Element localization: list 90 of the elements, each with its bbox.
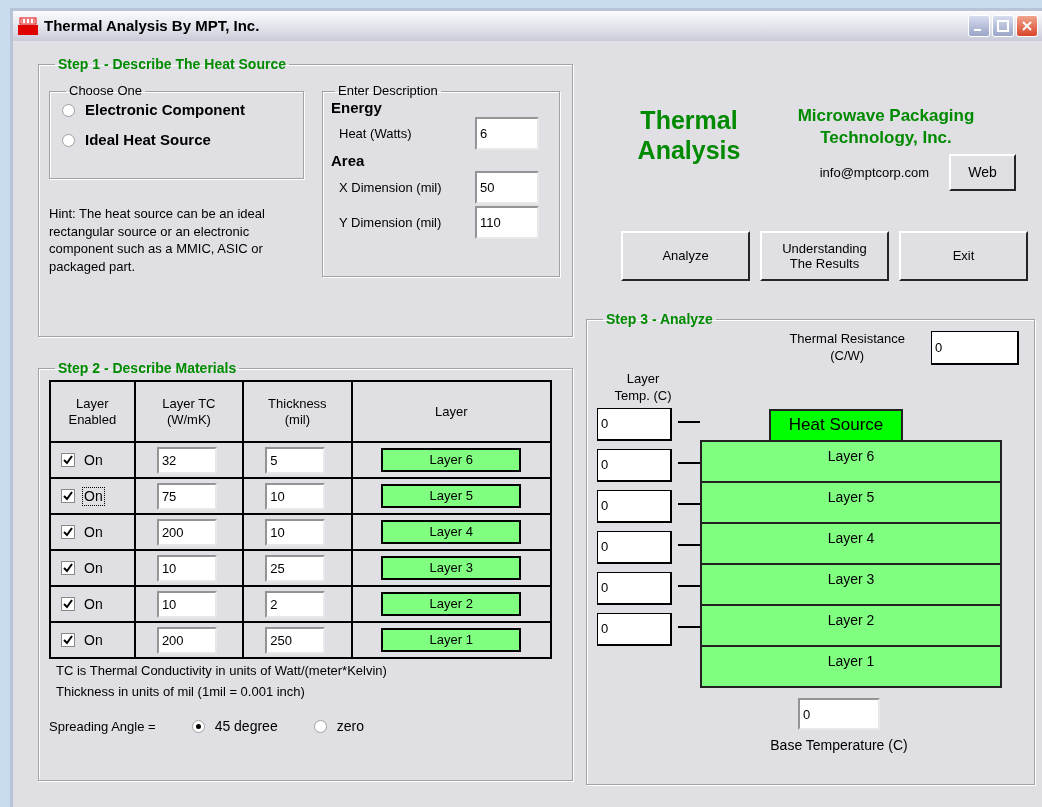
hint-text: Hint: The heat source can be an ideal rectangular source or an electronic component such as a MMIC, ASIC or packaged part. xyxy=(49,205,266,276)
table-field[interactable]: 10 xyxy=(265,482,326,510)
layer-tag: Layer 5 xyxy=(381,484,522,509)
table-field[interactable]: 250 xyxy=(265,626,326,654)
temperature-field[interactable]: 0 xyxy=(597,489,672,523)
checkbox-label[interactable]: On xyxy=(83,523,104,542)
radio-circle[interactable] xyxy=(62,134,75,148)
layer-block: Layer 5 xyxy=(700,482,1002,524)
radio-circle[interactable] xyxy=(62,103,75,117)
table-field[interactable]: 10 xyxy=(156,590,217,618)
layer-block: Layer 6 xyxy=(700,441,1002,483)
table-field[interactable]: 75 xyxy=(156,482,217,510)
close-icon xyxy=(1021,20,1033,32)
checkbox-label[interactable]: On xyxy=(83,487,104,506)
layer-block: Layer 3 xyxy=(700,564,1002,606)
text-field[interactable]: 6 xyxy=(475,117,539,151)
resistance-label: Thermal Resistance (C/W) xyxy=(789,331,905,364)
layer-tag: Layer 1 xyxy=(381,628,522,653)
group-title: Step 3 - Analyze xyxy=(605,312,714,328)
group-title: Step 1 - Describe The Heat Source xyxy=(57,57,287,73)
app-icon xyxy=(18,17,38,35)
layer-block: Layer 4 xyxy=(700,523,1002,565)
radio-option[interactable]: 45 degree xyxy=(191,717,278,736)
temperature-field[interactable]: 0 xyxy=(597,571,672,605)
spreading-label: Spreading Angle = xyxy=(49,718,156,735)
layer-tag: Layer 2 xyxy=(381,592,522,617)
table-field[interactable]: 25 xyxy=(265,554,326,582)
checkbox-label[interactable]: On xyxy=(83,595,104,614)
layer-tag: Layer 4 xyxy=(381,520,522,545)
heat-source-block: Heat Source xyxy=(769,409,903,441)
note-text: Thickness in units of mil (1mil = 0.001 inch) xyxy=(56,683,306,700)
field-label: Y Dimension (mil) xyxy=(339,214,442,231)
checkbox-label[interactable]: On xyxy=(83,559,104,578)
field-label: X Dimension (mil) xyxy=(339,179,442,196)
group-title: Choose One xyxy=(68,84,143,99)
radio-circle[interactable] xyxy=(191,720,205,734)
base-temperature-field[interactable]: 0 xyxy=(798,698,880,731)
email-text: info@mptcorp.com xyxy=(819,164,929,181)
text-field[interactable]: 50 xyxy=(475,171,539,205)
checkbox-label[interactable]: On xyxy=(83,631,104,650)
radio-option[interactable]: zero xyxy=(313,717,364,736)
company-name: Microwave Packaging Technology, Inc. xyxy=(796,105,976,150)
column-header: Layer TC (W/mK) xyxy=(134,381,244,443)
checkbox[interactable] xyxy=(61,633,75,648)
table-field[interactable]: 32 xyxy=(156,446,217,474)
action-button[interactable]: Analyze xyxy=(621,231,750,282)
layer-block: Layer 1 xyxy=(700,646,1002,688)
radio-circle[interactable] xyxy=(313,720,327,734)
radio-option[interactable]: Ideal Heat Source xyxy=(62,131,291,151)
temperature-field[interactable]: 0 xyxy=(597,448,672,482)
table-field[interactable]: 200 xyxy=(156,626,217,654)
temperature-field[interactable]: 0 xyxy=(597,612,672,646)
window-title: Thermal Analysis By MPT, Inc. xyxy=(44,16,261,36)
field-label: Heat (Watts) xyxy=(339,125,412,143)
resistance-field[interactable]: 0 xyxy=(931,331,1019,366)
table-field[interactable]: 200 xyxy=(156,518,217,546)
close-button[interactable] xyxy=(1016,15,1038,37)
group-title: Enter Description xyxy=(337,84,439,99)
table-field[interactable]: 10 xyxy=(156,554,217,582)
checkbox[interactable] xyxy=(61,489,75,504)
section-heading: Energy xyxy=(331,98,383,118)
column-header: Layer Enabled xyxy=(50,381,135,443)
column-header: Thickness (mil) xyxy=(243,381,352,443)
app-heading: Thermal Analysis xyxy=(636,105,742,166)
group-title: Step 2 - Describe Materials xyxy=(57,361,238,377)
text-field[interactable]: 110 xyxy=(475,206,539,240)
base-temperature-label: Base Temperature (C) xyxy=(770,737,908,755)
layer-tag: Layer 6 xyxy=(381,448,522,473)
checkbox[interactable] xyxy=(61,453,75,468)
checkbox-label[interactable]: On xyxy=(83,451,104,470)
temp-column-label: Layer Temp. (C) xyxy=(613,371,673,404)
action-button[interactable]: Understanding The Results xyxy=(760,231,889,282)
checkbox[interactable] xyxy=(61,561,75,576)
note-text: TC is Thermal Conductivity in units of Watt/(meter*Kelvin) xyxy=(56,663,388,680)
table-field[interactable]: 2 xyxy=(265,590,326,618)
layer-tag: Layer 3 xyxy=(381,556,522,581)
section-heading: Area xyxy=(331,152,366,172)
web-button[interactable]: Web xyxy=(949,154,1016,192)
table-field[interactable]: 5 xyxy=(265,446,326,474)
column-header: Layer xyxy=(351,381,551,443)
maximize-icon xyxy=(997,20,1009,32)
action-button[interactable]: Exit xyxy=(899,231,1028,282)
checkbox[interactable] xyxy=(61,525,75,540)
temperature-field[interactable]: 0 xyxy=(597,530,672,564)
temperature-field[interactable]: 0 xyxy=(597,407,672,441)
layer-block: Layer 2 xyxy=(700,605,1002,647)
table-field[interactable]: 10 xyxy=(265,518,326,546)
radio-option[interactable]: Electronic Component xyxy=(62,100,291,120)
checkbox[interactable] xyxy=(61,597,75,612)
minimize-icon xyxy=(974,29,981,31)
